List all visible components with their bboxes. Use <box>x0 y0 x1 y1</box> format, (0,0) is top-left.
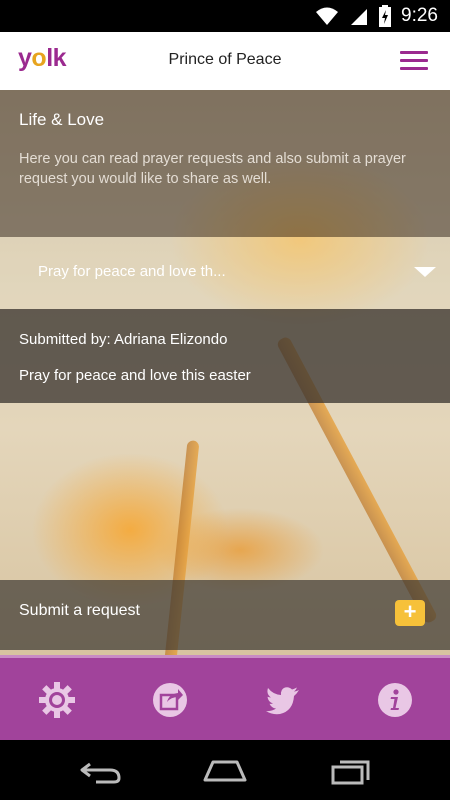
info-button[interactable] <box>375 680 415 720</box>
gear-icon <box>39 682 75 718</box>
cell-signal-icon <box>351 9 368 25</box>
submit-request-bar[interactable]: Submit a request + <box>0 580 450 650</box>
submitted-by-text: Submitted by: Adriana Elizondo <box>19 331 228 348</box>
wifi-icon <box>316 7 339 25</box>
hamburger-menu-icon[interactable] <box>400 51 428 71</box>
recent-apps-icon <box>331 760 370 785</box>
dropdown-selected-value: Pray for peace and love th... <box>38 263 226 280</box>
back-button[interactable] <box>76 754 126 786</box>
prayer-detail-panel: Submitted by: Adriana Elizondo Pray for … <box>0 309 450 403</box>
back-icon <box>80 762 121 784</box>
home-icon <box>203 760 247 782</box>
intro-panel: Life & Love Here you can read prayer req… <box>0 90 450 237</box>
chevron-down-icon[interactable] <box>414 267 436 277</box>
share-icon <box>153 683 187 717</box>
info-icon <box>378 683 412 717</box>
section-description: Here you can read prayer requests and al… <box>19 151 406 187</box>
page-title: Prince of Peace <box>168 51 282 68</box>
twitter-button[interactable] <box>263 680 303 720</box>
status-time: 9:26 <box>401 5 438 26</box>
status-bar: 9:26 <box>0 0 450 32</box>
system-nav-bar <box>0 740 450 800</box>
share-button[interactable] <box>150 680 190 720</box>
content-area: Life & Love Here you can read prayer req… <box>0 90 450 655</box>
home-button[interactable] <box>200 754 250 786</box>
settings-button[interactable] <box>37 680 77 720</box>
recent-apps-button[interactable] <box>328 754 378 786</box>
section-title: Life & Love <box>19 110 105 129</box>
prayer-request-dropdown[interactable]: Pray for peace and love th... <box>0 237 450 309</box>
app-header: yolk Prince of Peace <box>0 32 450 90</box>
submit-request-label: Submit a request <box>19 602 140 619</box>
bottom-action-bar <box>0 655 450 740</box>
battery-charging-icon <box>379 5 392 27</box>
prayer-text: Pray for peace and love this easter <box>19 367 251 384</box>
twitter-icon <box>266 687 299 715</box>
add-request-button[interactable]: + <box>395 600 425 626</box>
